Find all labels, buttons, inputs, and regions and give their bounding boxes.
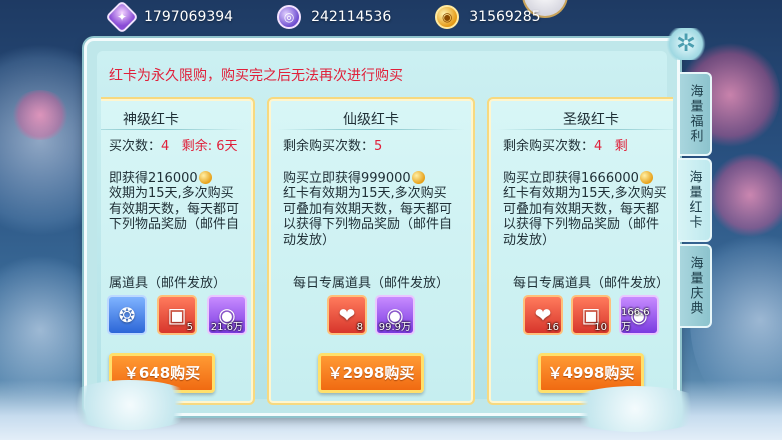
card-daily-label: 属道具（邮件发放） [109, 276, 227, 291]
card-xianji: 仙级红卡 剩余购买次数：5 购买立即获得999000 红卡有效期为15天,多次购… [267, 97, 475, 405]
card-divider [497, 129, 673, 130]
card-daily-label: 每日专属道具（邮件发放） [292, 276, 449, 291]
tab-hailiang-qingdian[interactable]: 海量庆典 [680, 244, 712, 328]
blue-orb-icon[interactable]: ❂ [107, 295, 147, 335]
card-title: 仙级红卡 [343, 112, 399, 128]
currency-purple-coin: ◎ 242114536 [277, 4, 391, 30]
card-list[interactable]: 神级红卡 买次数：4 剩余: 6天 即获得216000 效期为15天,多次购买 … [101, 97, 673, 440]
gold-coin-icon: ◉ [435, 5, 460, 29]
currency-gem-value: 1797069394 [144, 9, 234, 25]
gold-coin-icon [198, 170, 212, 184]
card-remain: 剩余购买次数：4 剩 [503, 139, 628, 154]
shop-panel: 红卡为永久限购，购买完之后无法再次进行购买 神级红卡 买次数：4 剩余: 6天 … [84, 38, 680, 416]
currency-gold-coin-value: 31569285 [469, 9, 541, 25]
currency-purple-coin-value: 242114536 [311, 9, 392, 25]
card-shenji: 神级红卡 买次数：4 剩余: 6天 即获得216000 效期为15天,多次购买 … [101, 97, 255, 405]
currency-bar: ✦ 1797069394 ◎ 242114536 ◉ 31569285 [105, 0, 585, 34]
purple-gem-icon: ✦ [105, 0, 139, 34]
tab-hailiang-hongka[interactable]: 海量红卡 [678, 158, 712, 242]
card-title: 圣级红卡 [563, 112, 619, 128]
currency-gem: ✦ 1797069394 [105, 0, 234, 34]
red-gem-icon[interactable]: ❤ 8 [327, 295, 367, 335]
purple-coin-icon[interactable]: ◉ 21.6万 [207, 295, 247, 335]
buy-button-2998[interactable]: ￥2998购买 [318, 353, 424, 393]
treasure-chest-icon[interactable]: ▣ 5 [157, 295, 197, 335]
currency-gold-coin: ◉ 31569285 [435, 4, 541, 30]
card-description: 购买立即获得1666000 红卡有效期为15天,多次购买 可叠加有效期天数，每天… [503, 170, 667, 248]
gold-coin-icon [411, 170, 425, 184]
purchase-notice: 红卡为永久限购，购买完之后无法再次进行购买 [109, 68, 403, 84]
cloud-ornament [60, 380, 200, 430]
card-remain: 买次数：4 剩余: 6天 [109, 139, 238, 154]
cloud-ornament [560, 386, 710, 432]
tab-hailiang-fuli[interactable]: 海量福利 [680, 72, 712, 156]
card-divider [277, 129, 465, 130]
card-description: 即获得216000 效期为15天,多次购买 有效期天数，每天都可 下列物品奖励（… [109, 170, 240, 232]
red-gem-icon[interactable]: ❤ 16 [523, 295, 563, 335]
gold-coin-icon [639, 170, 653, 184]
card-remain: 剩余购买次数：5 [283, 139, 383, 154]
tab-label: 海量福利 [687, 84, 703, 144]
tab-label: 海量红卡 [686, 170, 702, 230]
card-title: 神级红卡 [123, 112, 179, 128]
purple-coin-icon[interactable]: ◉ 99.9万 [375, 295, 415, 335]
card-items: ❤ 8 ◉ 99.9万 [269, 295, 473, 335]
treasure-chest-icon[interactable]: ▣ 10 [571, 295, 611, 335]
purple-coin-icon[interactable]: ◉ 166.6万 [619, 295, 659, 335]
card-divider [101, 129, 245, 130]
card-items: ❤ 16 ▣ 10 ◉ 166.6万 [489, 295, 673, 335]
card-shengji: 圣级红卡 剩余购买次数：4 剩 购买立即获得1666000 红卡有效期为15天,… [487, 97, 673, 405]
knot-ornament-icon: ✲ [664, 28, 708, 60]
card-description: 购买立即获得999000 红卡有效期为15天,多次购买 可叠加有效期天数，每天都… [283, 170, 453, 248]
card-daily-label: 每日专属道具（邮件发放） [512, 276, 669, 291]
card-items: ❂ ▣ 5 ◉ 21.6万 [107, 295, 253, 335]
tab-label: 海量庆典 [687, 256, 703, 316]
purple-coin-icon: ◎ [277, 5, 302, 29]
